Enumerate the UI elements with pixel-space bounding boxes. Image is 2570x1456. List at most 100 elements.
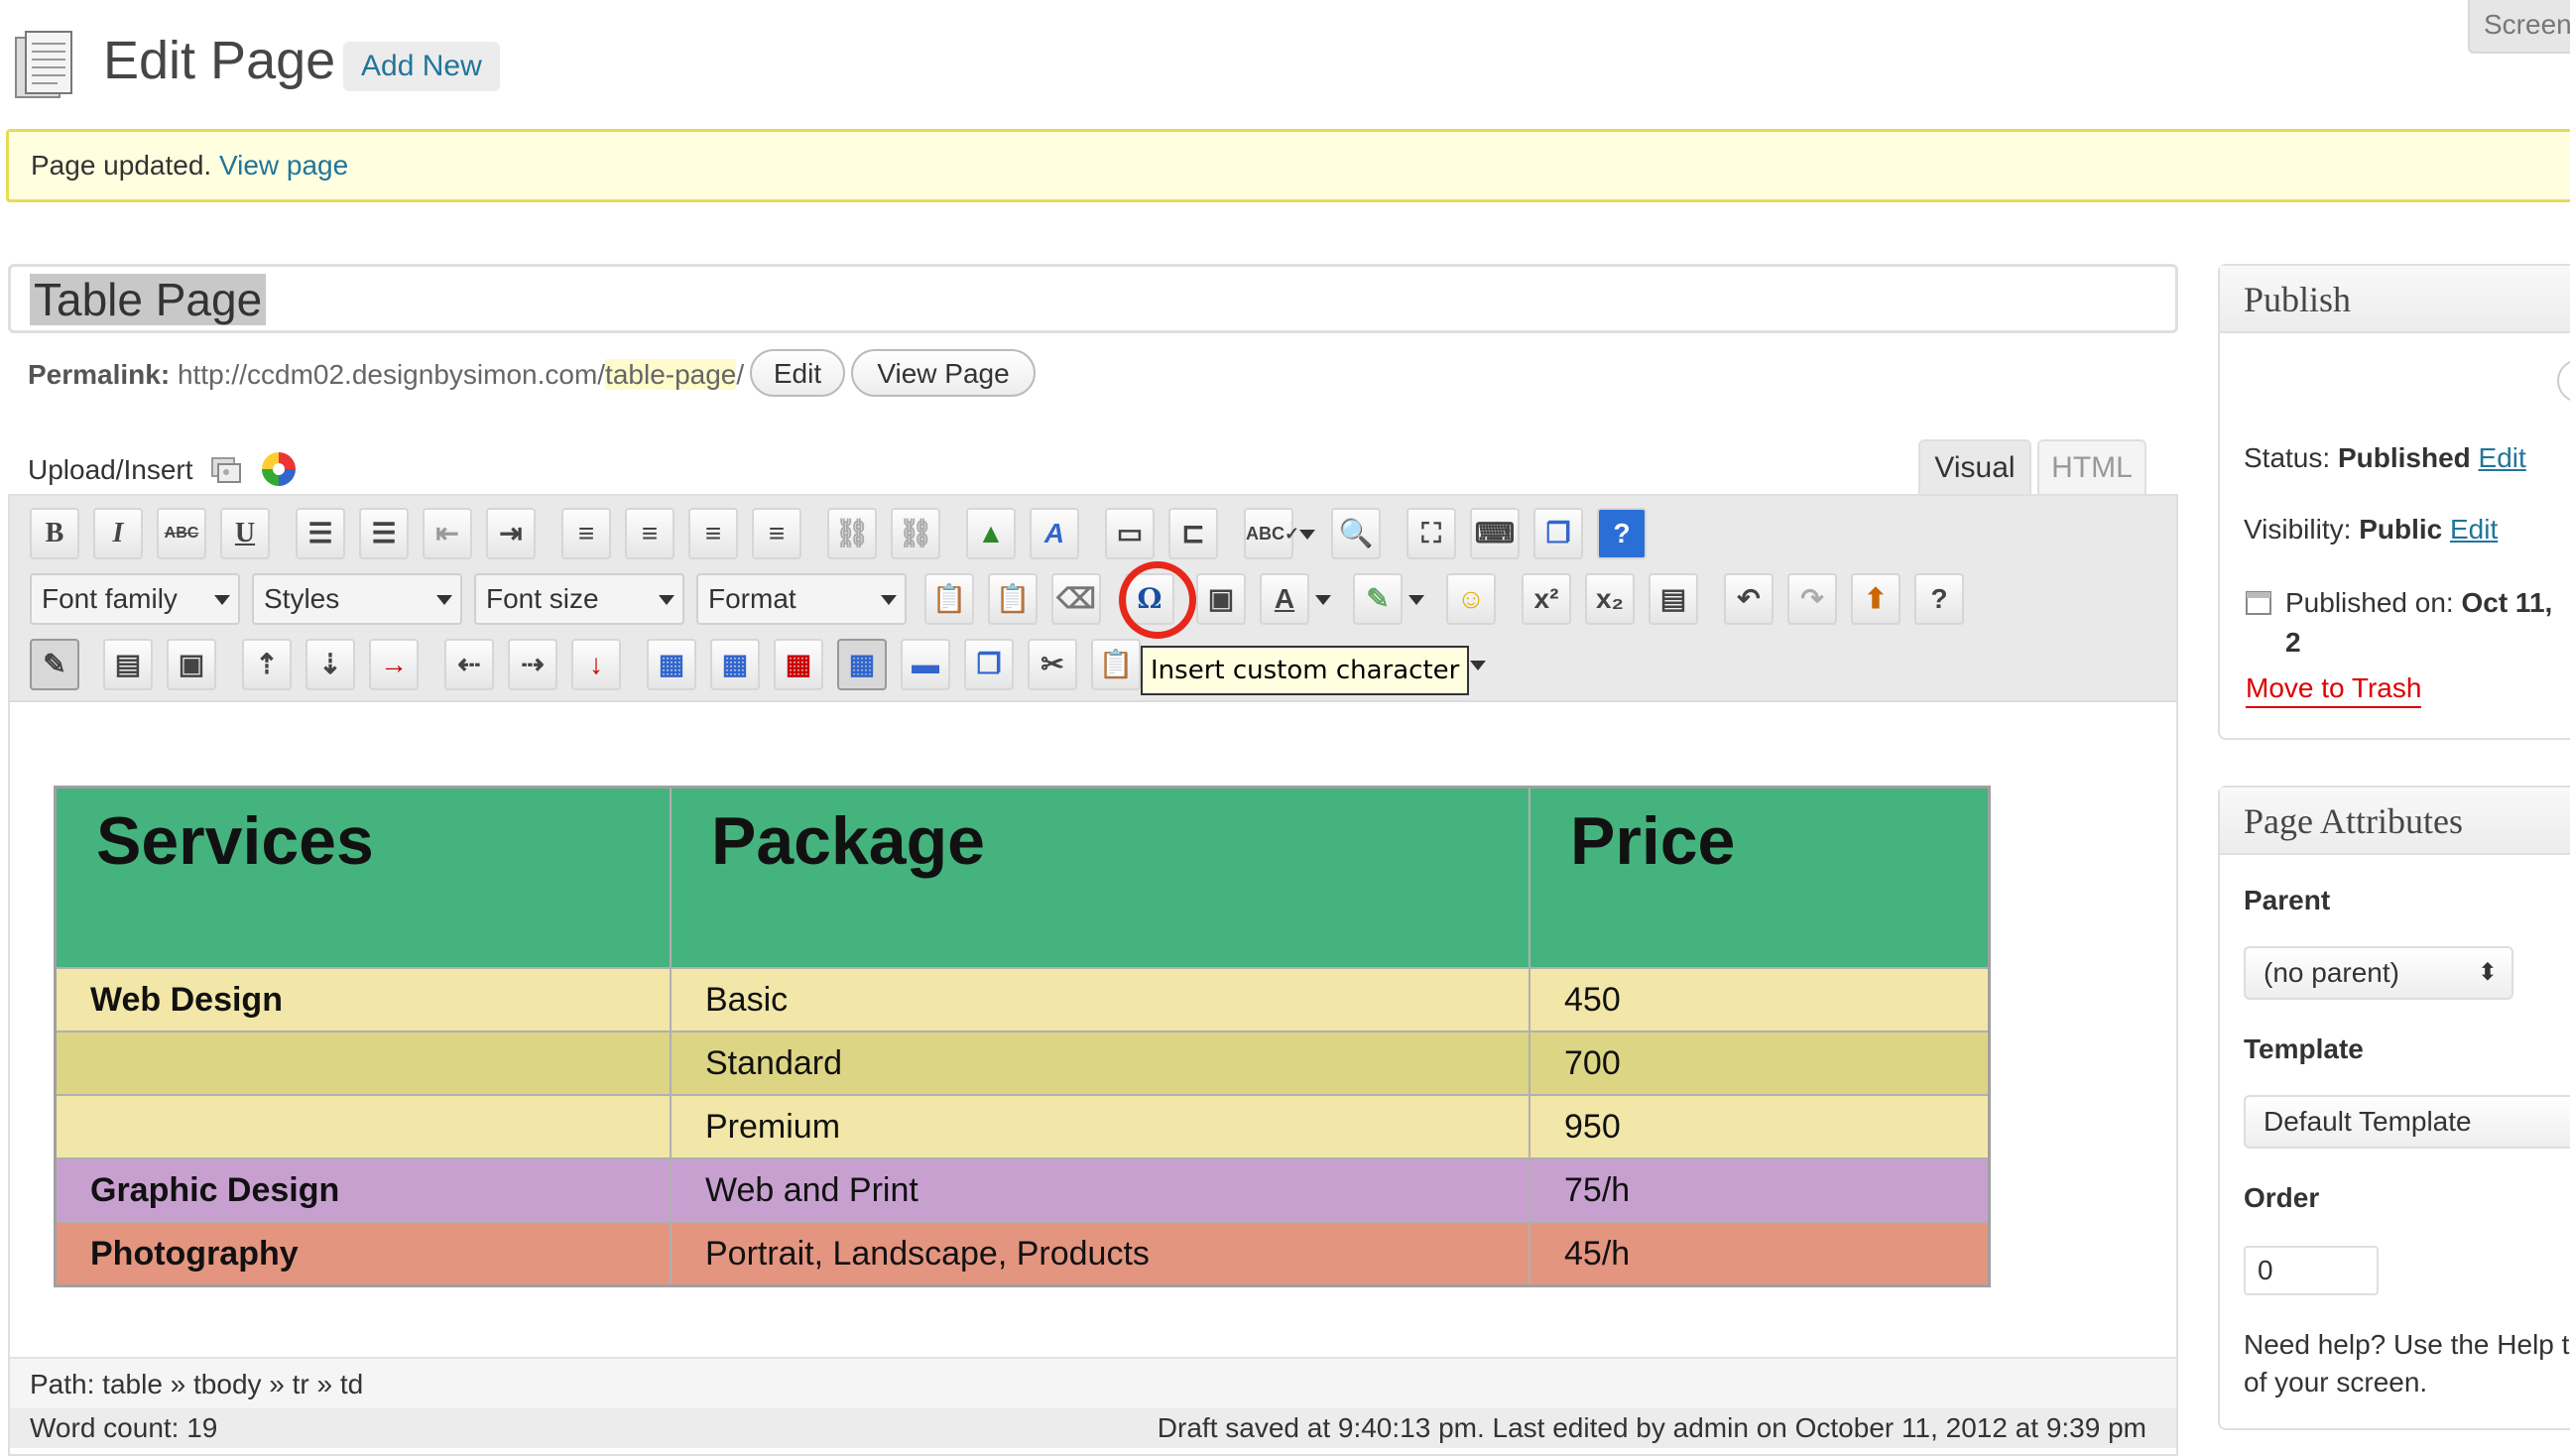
redo-icon[interactable]: ↷ — [1787, 573, 1837, 625]
help-circle-icon[interactable]: ? — [1914, 573, 1964, 625]
permalink-slug[interactable]: table-page — [605, 359, 737, 390]
format-select[interactable]: Format — [696, 573, 907, 625]
align-right-icon[interactable]: ≡ — [752, 508, 801, 559]
table-cell[interactable]: Premium — [670, 1094, 1530, 1159]
table-cell[interactable]: Graphic Design — [54, 1157, 672, 1223]
template-select[interactable]: Default Template — [2244, 1095, 2570, 1149]
edit-permalink-button[interactable]: Edit — [750, 349, 845, 397]
fullscreen-icon[interactable]: ⛶ — [1407, 508, 1456, 559]
table-cell[interactable]: Web Design — [54, 967, 672, 1032]
italic-icon[interactable]: I — [93, 508, 143, 559]
text-color-dropdown-icon[interactable] — [1315, 595, 1331, 605]
unlink-icon[interactable]: ⛓ — [891, 508, 940, 559]
table-header-cell[interactable]: Package — [670, 786, 1530, 969]
page-break-icon[interactable]: ⊏ — [1168, 508, 1218, 559]
delete-row-icon[interactable]: → — [369, 639, 419, 690]
table-cell[interactable]: 45/h — [1529, 1221, 1991, 1287]
bullet-list-icon[interactable]: ☰ — [296, 508, 345, 559]
update-notice: Page updated. View page — [6, 129, 2570, 202]
strikethrough-icon[interactable]: ABC — [157, 508, 206, 559]
spellcheck-dropdown-icon[interactable] — [1299, 530, 1315, 540]
merge-cells-icon[interactable]: ▦ — [710, 639, 760, 690]
insert-row-after-icon[interactable]: ⇣ — [306, 639, 355, 690]
table-cell[interactable]: 450 — [1529, 967, 1991, 1032]
title-input[interactable] — [8, 264, 2178, 333]
indent-icon[interactable]: ⇥ — [486, 508, 536, 559]
cut-icon[interactable]: ✂ — [1028, 639, 1077, 690]
highlight-dropdown-icon[interactable] — [1408, 595, 1424, 605]
paste-icon[interactable]: 📋 — [1091, 639, 1141, 690]
highlight-color-icon[interactable]: ✎ — [1353, 573, 1403, 625]
path-trail[interactable]: table » tbody » tr » td — [102, 1369, 363, 1399]
spellcheck-icon[interactable]: ABC✓ — [1244, 508, 1299, 559]
table-cell[interactable]: Basic — [670, 967, 1530, 1032]
styles-select[interactable]: Styles — [252, 573, 462, 625]
copy-icon[interactable]: ❐ — [964, 639, 1014, 690]
insert-image-icon[interactable]: ▲ — [966, 508, 1016, 559]
paste-text-icon[interactable]: 📋 — [924, 573, 974, 625]
table-grid-icon[interactable]: ▦ — [837, 639, 887, 690]
tab-html[interactable]: HTML — [2037, 439, 2146, 495]
align-justify-icon[interactable]: ≡ — [688, 508, 738, 559]
move-to-trash-link[interactable]: Move to Trash — [2246, 670, 2422, 708]
delete-col-icon[interactable]: ↓ — [571, 639, 621, 690]
add-media-icon[interactable] — [208, 452, 244, 488]
insert-col-before-icon[interactable]: ⇠ — [444, 639, 494, 690]
paste-word-icon[interactable]: ❐ — [1533, 508, 1583, 559]
link-icon[interactable]: ⛓ — [827, 508, 877, 559]
outdent-icon[interactable]: ⇤ — [423, 508, 472, 559]
table-cell[interactable]: 950 — [1529, 1094, 1991, 1159]
font-size-select[interactable]: Font size — [474, 573, 684, 625]
insert-more-icon[interactable]: ▭ — [1105, 508, 1155, 559]
screen-options-tab[interactable]: Screen — [2468, 0, 2570, 54]
table-cell[interactable]: Standard — [670, 1031, 1530, 1096]
text-color-icon[interactable]: A — [1260, 573, 1309, 625]
visibility-edit-link[interactable]: Edit — [2450, 514, 2498, 545]
row-properties-icon[interactable]: ▤ — [103, 639, 153, 690]
view-page-link[interactable]: View page — [219, 150, 348, 181]
align-left-icon[interactable]: ≡ — [561, 508, 611, 559]
table-header-cell[interactable]: Services — [54, 786, 672, 969]
underline-icon[interactable]: U — [220, 508, 270, 559]
table-cell[interactable]: Portrait, Landscape, Products — [670, 1221, 1530, 1287]
horizontal-rule-icon[interactable]: ▬ — [901, 639, 950, 690]
add-new-button[interactable]: Add New — [343, 42, 500, 91]
help-icon[interactable]: ? — [1597, 508, 1647, 559]
font-family-select[interactable]: Font family — [30, 573, 240, 625]
embed-media-icon[interactable]: ▣ — [1196, 573, 1246, 625]
insert-col-after-icon[interactable]: ⇢ — [508, 639, 557, 690]
table-cell[interactable]: Web and Print — [670, 1157, 1530, 1223]
media-icon[interactable]: ▤ — [1649, 573, 1698, 625]
kitchen-sink-icon[interactable]: ⌨ — [1470, 508, 1520, 559]
table-icon[interactable]: ✎ — [30, 639, 79, 690]
subscript-icon[interactable]: x₂ — [1585, 573, 1635, 625]
superscript-icon[interactable]: x² — [1522, 573, 1571, 625]
align-center-icon[interactable]: ≡ — [625, 508, 674, 559]
insert-template-icon[interactable]: ⬆ — [1851, 573, 1900, 625]
emoticon-icon[interactable]: ☺ — [1446, 573, 1496, 625]
clear-formatting-icon[interactable]: ⌫ — [1051, 573, 1101, 625]
paste-word-doc-icon[interactable]: 📋 — [988, 573, 1038, 625]
table-cell[interactable]: 75/h — [1529, 1157, 1991, 1223]
parent-select[interactable]: (no parent) ⬍ — [2244, 946, 2513, 1000]
more-dropdown-icon[interactable] — [1470, 661, 1486, 670]
tab-visual[interactable]: Visual — [1918, 439, 2031, 495]
insert-row-before-icon[interactable]: ⇡ — [242, 639, 292, 690]
styles-icon[interactable]: A — [1030, 508, 1079, 559]
table-cell[interactable]: 700 — [1529, 1031, 1991, 1096]
numbered-list-icon[interactable]: ☰ — [359, 508, 409, 559]
table-cell[interactable] — [54, 1094, 672, 1159]
order-input[interactable]: 0 — [2244, 1246, 2379, 1295]
find-replace-icon[interactable]: 🔍 — [1331, 508, 1381, 559]
table-cell[interactable]: Photography — [54, 1221, 672, 1287]
table-header-cell[interactable]: Price — [1529, 786, 1991, 969]
split-cells-icon[interactable]: ▦ — [647, 639, 696, 690]
add-gallery-icon[interactable] — [260, 450, 298, 488]
status-edit-link[interactable]: Edit — [2479, 442, 2526, 473]
cell-properties-icon[interactable]: ▣ — [167, 639, 216, 690]
view-page-button[interactable]: View Page — [851, 349, 1036, 397]
delete-table-icon[interactable]: ▦ — [774, 639, 823, 690]
undo-icon[interactable]: ↶ — [1724, 573, 1774, 625]
bold-icon[interactable]: B — [30, 508, 79, 559]
table-cell[interactable] — [54, 1031, 672, 1096]
